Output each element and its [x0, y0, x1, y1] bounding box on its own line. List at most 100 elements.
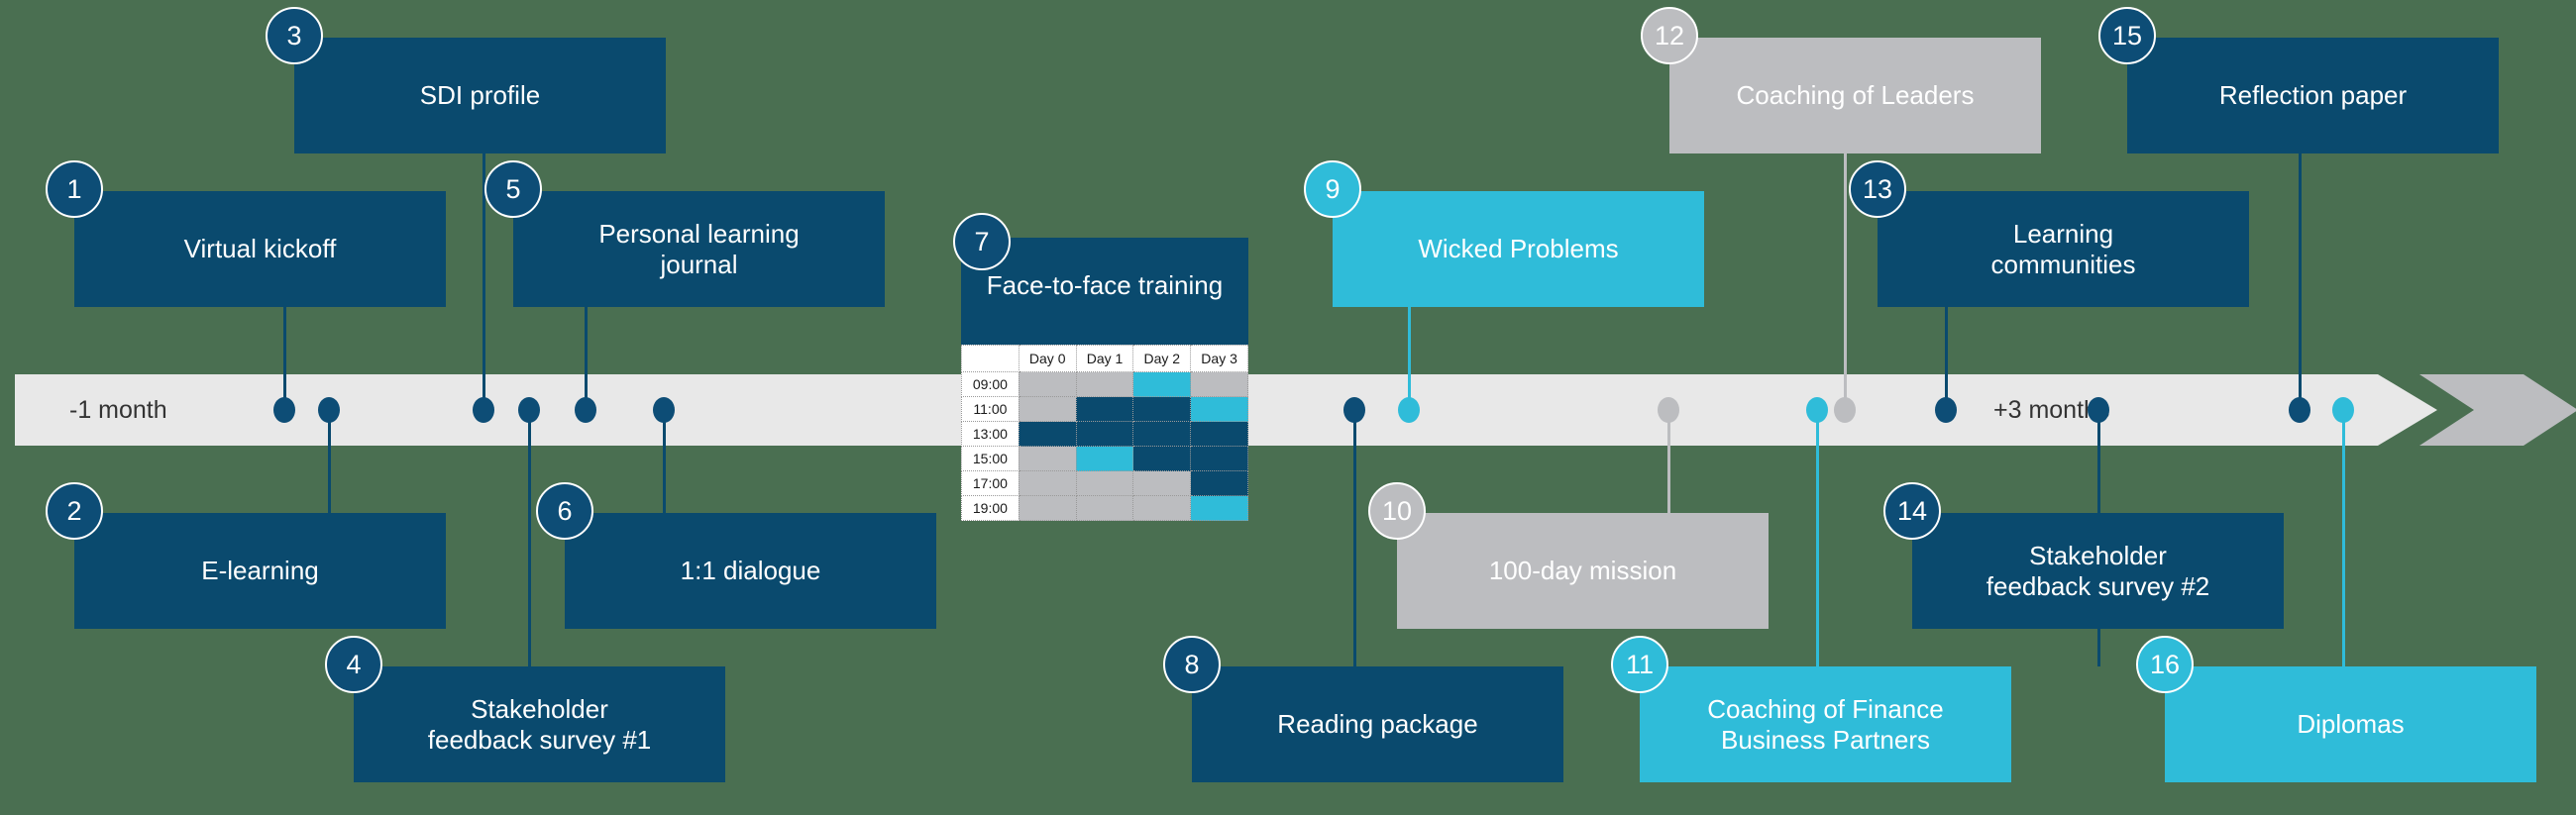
schedule-time-label: 13:00 — [961, 421, 1020, 447]
milestone-label-10: 100-day mission — [1488, 556, 1677, 586]
timeline-dot-13[interactable] — [1935, 397, 1957, 423]
schedule-row: 15:00 — [961, 446, 1248, 471]
badge-11[interactable]: 11 — [1611, 636, 1668, 693]
schedule-cell — [1075, 371, 1134, 397]
milestone-box-5[interactable]: Personal learning journal — [513, 191, 885, 307]
schedule-time-label: 19:00 — [961, 495, 1020, 521]
connector-line-9 — [1408, 307, 1411, 410]
badge-4[interactable]: 4 — [325, 636, 382, 693]
schedule-cell — [1132, 470, 1192, 496]
badge-6[interactable]: 6 — [536, 482, 593, 540]
schedule-col-day1: Day 1 — [1075, 345, 1134, 372]
timeline-dot-1[interactable] — [273, 397, 295, 423]
milestone-label-8: Reading package — [1277, 709, 1478, 740]
milestone-box-16[interactable]: Diplomas — [2165, 666, 2536, 782]
schedule-time-label: 17:00 — [961, 470, 1020, 496]
milestone-box-6[interactable]: 1:1 dialogue — [565, 513, 936, 629]
badge-14[interactable]: 14 — [1883, 482, 1941, 540]
badge-12[interactable]: 12 — [1641, 7, 1698, 64]
schedule-row: 17:00 — [961, 470, 1248, 496]
timeline-end-chevron-icon — [2419, 374, 2576, 446]
milestone-label-15: Reflection paper — [2218, 80, 2408, 111]
milestone-label-9: Wicked Problems — [1418, 234, 1619, 264]
milestone-label-3: SDI profile — [419, 80, 541, 111]
badge-1[interactable]: 1 — [46, 160, 103, 218]
timeline-dot-14[interactable] — [2088, 397, 2109, 423]
badge-2[interactable]: 2 — [46, 482, 103, 540]
timeline-dot-10[interactable] — [1658, 397, 1679, 423]
timeline-dot-8[interactable] — [1343, 397, 1365, 423]
badge-7[interactable]: 7 — [953, 213, 1011, 270]
badge-3[interactable]: 3 — [266, 7, 323, 64]
schedule-cell — [1075, 446, 1134, 471]
milestone-box-9[interactable]: Wicked Problems — [1333, 191, 1704, 307]
connector-line-12 — [1844, 153, 1847, 410]
badge-15[interactable]: 15 — [2098, 7, 2156, 64]
schedule-cell — [1075, 495, 1134, 521]
milestone-box-8[interactable]: Reading package — [1192, 666, 1563, 782]
connector-line-8 — [1353, 410, 1356, 666]
schedule-col-day0: Day 0 — [1018, 345, 1077, 372]
timeline-dot-6[interactable] — [653, 397, 675, 423]
connector-line-16 — [2342, 410, 2345, 666]
milestone-box-12[interactable]: Coaching of Leaders — [1669, 38, 2041, 153]
milestone-box-15[interactable]: Reflection paper — [2127, 38, 2499, 153]
connector-line-10 — [1667, 410, 1670, 513]
schedule-body: 09:00 11:00 13:00 15:00 17:00 19:00 — [961, 371, 1248, 521]
milestone-label-5: Personal learning journal — [598, 218, 800, 279]
schedule-cell — [1190, 495, 1248, 521]
milestone-box-1[interactable]: Virtual kickoff — [74, 191, 446, 307]
timeline-dot-11[interactable] — [1806, 397, 1828, 423]
connector-line-13 — [1945, 307, 1948, 410]
schedule-cell — [1190, 371, 1248, 397]
timeline-dot-12[interactable] — [1834, 397, 1856, 423]
schedule-time-label: 11:00 — [961, 396, 1020, 422]
badge-9[interactable]: 9 — [1304, 160, 1361, 218]
badge-5[interactable]: 5 — [484, 160, 542, 218]
badge-16[interactable]: 16 — [2136, 636, 2194, 693]
timeline-start-label: -1 month — [69, 396, 167, 424]
connector-line-4 — [528, 410, 531, 666]
milestone-box-14[interactable]: Stakeholder feedback survey #2 — [1912, 513, 2284, 629]
milestone-box-2[interactable]: E-learning — [74, 513, 446, 629]
schedule-corner-cell — [961, 345, 1020, 372]
schedule-row: 13:00 — [961, 421, 1248, 447]
timeline-dot-2[interactable] — [318, 397, 340, 423]
face-to-face-training-card[interactable]: Face-to-face training Day 0 Day 1 Day 2 … — [961, 238, 1248, 521]
schedule-cell — [1132, 371, 1192, 397]
schedule-table: Day 0 Day 1 Day 2 Day 3 09:00 11:00 13:00 1… — [961, 345, 1248, 521]
schedule-cell — [1075, 470, 1134, 496]
timeline-dot-15[interactable] — [2289, 397, 2310, 423]
timeline-dot-16[interactable] — [2332, 397, 2354, 423]
schedule-header-row: Day 0 Day 1 Day 2 Day 3 — [961, 345, 1248, 372]
milestone-label-6: 1:1 dialogue — [680, 556, 821, 586]
schedule-cell — [1018, 421, 1077, 447]
timeline-dot-3[interactable] — [473, 397, 494, 423]
schedule-cell — [1018, 470, 1077, 496]
milestone-box-4[interactable]: Stakeholder feedback survey #1 — [354, 666, 725, 782]
milestone-box-13[interactable]: Learning communities — [1878, 191, 2249, 307]
timeline-dot-4[interactable] — [518, 397, 540, 423]
milestone-label-16: Diplomas — [2297, 709, 2405, 740]
badge-10[interactable]: 10 — [1368, 482, 1426, 540]
badge-8[interactable]: 8 — [1163, 636, 1221, 693]
timeline-diagram: -1 month +3 months SDI profile Coaching … — [0, 0, 2576, 815]
milestone-box-10[interactable]: 100-day mission — [1397, 513, 1769, 629]
schedule-row: 09:00 — [961, 371, 1248, 397]
schedule-col-day2: Day 2 — [1132, 345, 1192, 372]
badge-13[interactable]: 13 — [1849, 160, 1906, 218]
milestone-label-14: Stakeholder feedback survey #2 — [1986, 540, 2210, 601]
milestone-label-1: Virtual kickoff — [183, 234, 337, 264]
milestone-box-3[interactable]: SDI profile — [294, 38, 666, 153]
schedule-cell — [1190, 470, 1248, 496]
schedule-cell — [1018, 396, 1077, 422]
schedule-row: 11:00 — [961, 396, 1248, 422]
milestone-label-12: Coaching of Leaders — [1736, 80, 1975, 111]
schedule-cell — [1075, 421, 1134, 447]
schedule-cell — [1132, 396, 1192, 422]
schedule-cell — [1018, 446, 1077, 471]
timeline-dot-5[interactable] — [575, 397, 596, 423]
schedule-cell — [1132, 495, 1192, 521]
milestone-box-11[interactable]: Coaching of Finance Business Partners — [1640, 666, 2011, 782]
timeline-dot-9[interactable] — [1398, 397, 1420, 423]
